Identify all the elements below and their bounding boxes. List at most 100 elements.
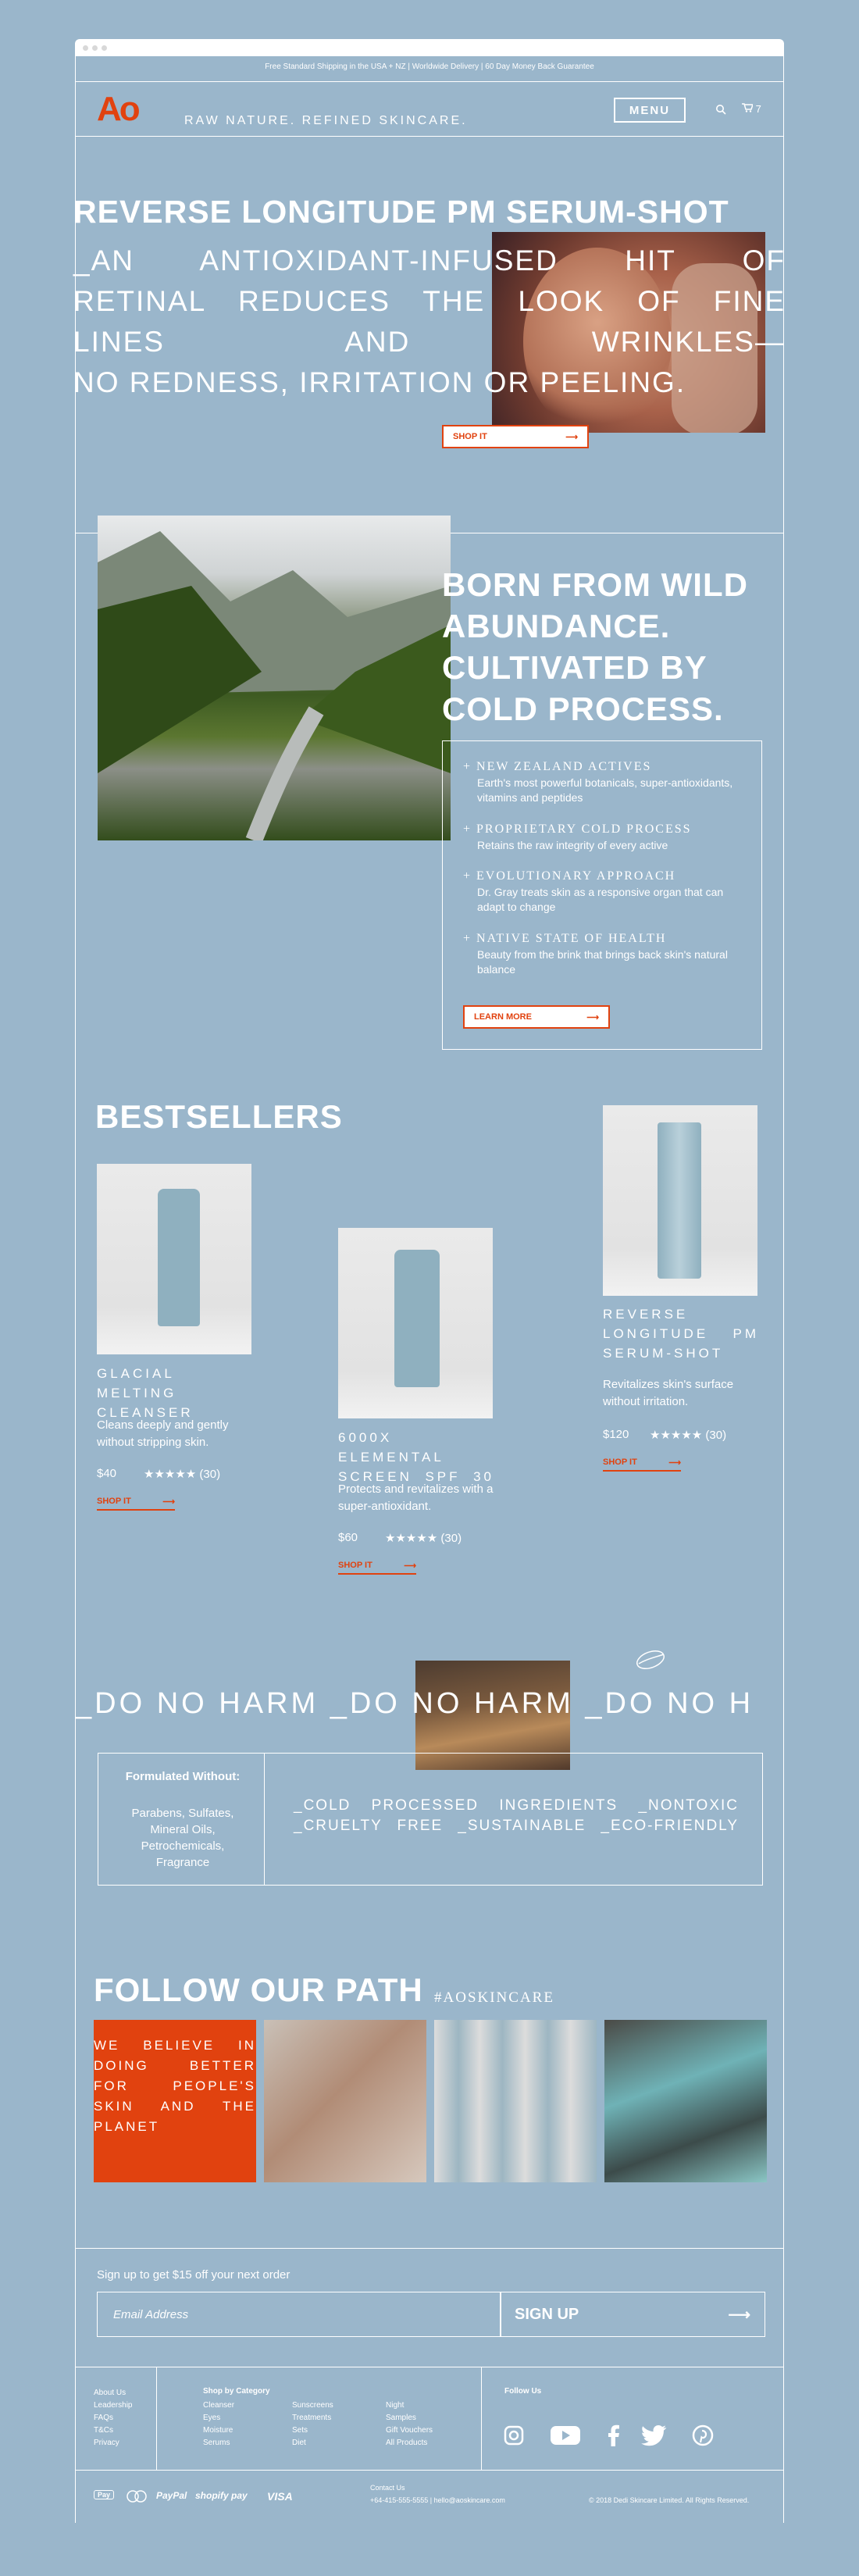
divider (264, 1754, 265, 1885)
arrow-right-icon: ⟶ (728, 2306, 750, 2324)
values-line: _COLD PROCESSED INGREDIENTS _NONTOXIC (294, 1797, 739, 1814)
hero-description: _AN ANTIOXIDANT-INFUSED HIT OF RETINAL R… (73, 241, 786, 403)
product-desc: Cleans deeply and gently without strippi… (97, 1418, 229, 1449)
footer-link[interactable]: All Products (386, 2437, 433, 2449)
menu-button[interactable]: MENU (614, 98, 686, 123)
hands-image[interactable] (264, 2020, 426, 2182)
copyright: © 2018 Dedi Skincare Limited. All Rights… (589, 2496, 750, 2504)
footer-link[interactable]: Samples (386, 2412, 433, 2424)
product-shop-link[interactable]: SHOP IT ⟶ (603, 1457, 681, 1472)
feature-desc: Dr. Gray treats skin as a responsive org… (477, 886, 724, 913)
feature-item: + EVOLUTIONARY APPROACH Dr. Gray treats … (463, 869, 744, 915)
footer-link[interactable]: Privacy (94, 2437, 132, 2449)
cart-count: 7 (755, 103, 761, 115)
email-field[interactable] (97, 2292, 501, 2337)
footer-link[interactable]: Cleanser (203, 2399, 234, 2412)
feature-desc: Earth's most powerful botanicals, super-… (477, 776, 733, 804)
product-image-serum[interactable] (603, 1105, 757, 1296)
product-image-spf[interactable] (338, 1228, 493, 1418)
product-rating: ★★★★★ (30) (385, 1532, 462, 1545)
product-name[interactable]: 6000X ELEMENTAL SCREEN SPF 30 (338, 1428, 494, 1486)
star-icon: ★★★★★ (385, 1532, 438, 1545)
feature-title: + NATIVE STATE OF HEALTH (463, 932, 667, 945)
feature-item: + NEW ZEALAND ACTIVES Earth's most power… (463, 760, 744, 805)
youtube-icon[interactable] (550, 2424, 581, 2446)
browser-titlebar (75, 39, 784, 56)
divider (156, 2367, 157, 2470)
feature-desc: Retains the raw integrity of every activ… (477, 839, 668, 851)
arrow-right-icon: ⟶ (668, 1458, 681, 1468)
product-rating: ★★★★★ (30) (144, 1468, 221, 1481)
footer-link[interactable]: Diet (292, 2437, 333, 2449)
footer-link[interactable]: Serums (203, 2437, 234, 2449)
tagline: RAW NATURE. REFINED SKINCARE. (184, 114, 468, 127)
quote-text: WE BELIEVE IN DOING BETTER FOR PEOPLE'S … (94, 2038, 256, 2134)
follow-title: FOLLOW OUR PATH (94, 1971, 423, 2008)
window-dot (102, 45, 107, 51)
product-name[interactable]: REVERSE LONGITUDE PM SERUM-SHOT (603, 1304, 759, 1363)
feature-item: + PROPRIETARY COLD PROCESS Retains the r… (463, 822, 744, 853)
features-box: + NEW ZEALAND ACTIVES Earth's most power… (442, 740, 762, 1050)
bestsellers-title: BESTSELLERS (95, 1098, 343, 1135)
footer-link[interactable]: Moisture (203, 2424, 234, 2437)
mountain-valley-image (98, 516, 451, 840)
apple-pay-icon: Pay (94, 2490, 115, 2499)
product-bottle (658, 1122, 701, 1279)
footer-category-links: Sunscreens Treatments Sets Diet (292, 2399, 333, 2449)
footer-link[interactable]: Sunscreens (292, 2399, 333, 2412)
product-desc: Revitalizes skin's surface without irrit… (603, 1378, 734, 1408)
footer-link[interactable]: About Us (94, 2387, 132, 2399)
footer-link[interactable]: Leadership (94, 2399, 132, 2412)
product-price: $40 (97, 1467, 117, 1480)
search-icon[interactable] (715, 104, 726, 115)
product-tube (394, 1250, 440, 1387)
do-no-harm-marquee: _DO NO HARM _DO NO HARM _DO NO H (75, 1687, 754, 1720)
arrow-right-icon: ⟶ (565, 432, 578, 442)
star-icon: ★★★★★ (144, 1468, 197, 1481)
hashtag[interactable]: #AOSKINCARE (434, 1989, 554, 2007)
instagram-icon[interactable] (503, 2424, 525, 2446)
footer-category-links: Cleanser Eyes Moisture Serums (203, 2399, 234, 2449)
divider (481, 2367, 482, 2470)
product-tube (158, 1189, 200, 1326)
glacier-river-image[interactable] (604, 2020, 767, 2182)
pinterest-icon[interactable] (692, 2424, 714, 2446)
formulated-title: Formulated Without: (125, 1770, 241, 1783)
window-dot (83, 45, 88, 51)
footer-link[interactable]: T&Cs (94, 2424, 132, 2437)
footer-link[interactable]: FAQs (94, 2412, 132, 2424)
arrow-right-icon: ⟶ (404, 1561, 416, 1571)
product-shop-link[interactable]: SHOP IT ⟶ (97, 1497, 175, 1511)
contact-title: Contact Us (370, 2484, 405, 2492)
product-shop-link[interactable]: SHOP IT ⟶ (338, 1561, 416, 1575)
formulated-box: Formulated Without: Parabens, Sulfates, … (98, 1753, 763, 1886)
arrow-right-icon: ⟶ (162, 1497, 175, 1507)
promo-bar: Free Standard Shipping in the USA + NZ |… (265, 62, 594, 71)
hero-shop-label: SHOP IT (453, 432, 487, 441)
follow-us-title: Follow Us (504, 2387, 542, 2396)
serum-bottles-image[interactable] (434, 2020, 597, 2182)
contact-info[interactable]: +64-415-555-5555 | hello@aoskincare.com (370, 2496, 505, 2504)
product-image-cleanser[interactable] (97, 1164, 251, 1354)
hero-line: _AN ANTIOXIDANT-INFUSED HIT OF (73, 244, 786, 277)
paypal-icon: PayPal (156, 2490, 187, 2501)
signup-button[interactable]: SIGN UP ⟶ (500, 2292, 765, 2337)
footer-link[interactable]: Gift Vouchers (386, 2424, 433, 2437)
signup-label-text: SIGN UP (515, 2305, 579, 2323)
divider (75, 136, 784, 137)
twitter-icon[interactable] (640, 2424, 667, 2446)
cart-button[interactable]: 7 (742, 103, 761, 115)
footer-link[interactable]: Eyes (203, 2412, 234, 2424)
logo[interactable]: Ao (97, 92, 141, 127)
quote-tile[interactable]: WE BELIEVE IN DOING BETTER FOR PEOPLE'S … (94, 2020, 256, 2182)
footer-link[interactable]: Treatments (292, 2412, 333, 2424)
footer-link[interactable]: Night (386, 2399, 433, 2412)
hero-shop-button[interactable]: SHOP IT ⟶ (442, 425, 589, 448)
product-rating: ★★★★★ (30) (650, 1429, 727, 1442)
product-name[interactable]: GLACIAL MELTING CLEANSER (97, 1364, 253, 1422)
facebook-icon[interactable] (608, 2424, 620, 2446)
learn-more-label: LEARN MORE (474, 1012, 532, 1022)
learn-more-button[interactable]: LEARN MORE ⟶ (463, 1005, 610, 1029)
feature-title: + PROPRIETARY COLD PROCESS (463, 822, 692, 836)
footer-link[interactable]: Sets (292, 2424, 333, 2437)
